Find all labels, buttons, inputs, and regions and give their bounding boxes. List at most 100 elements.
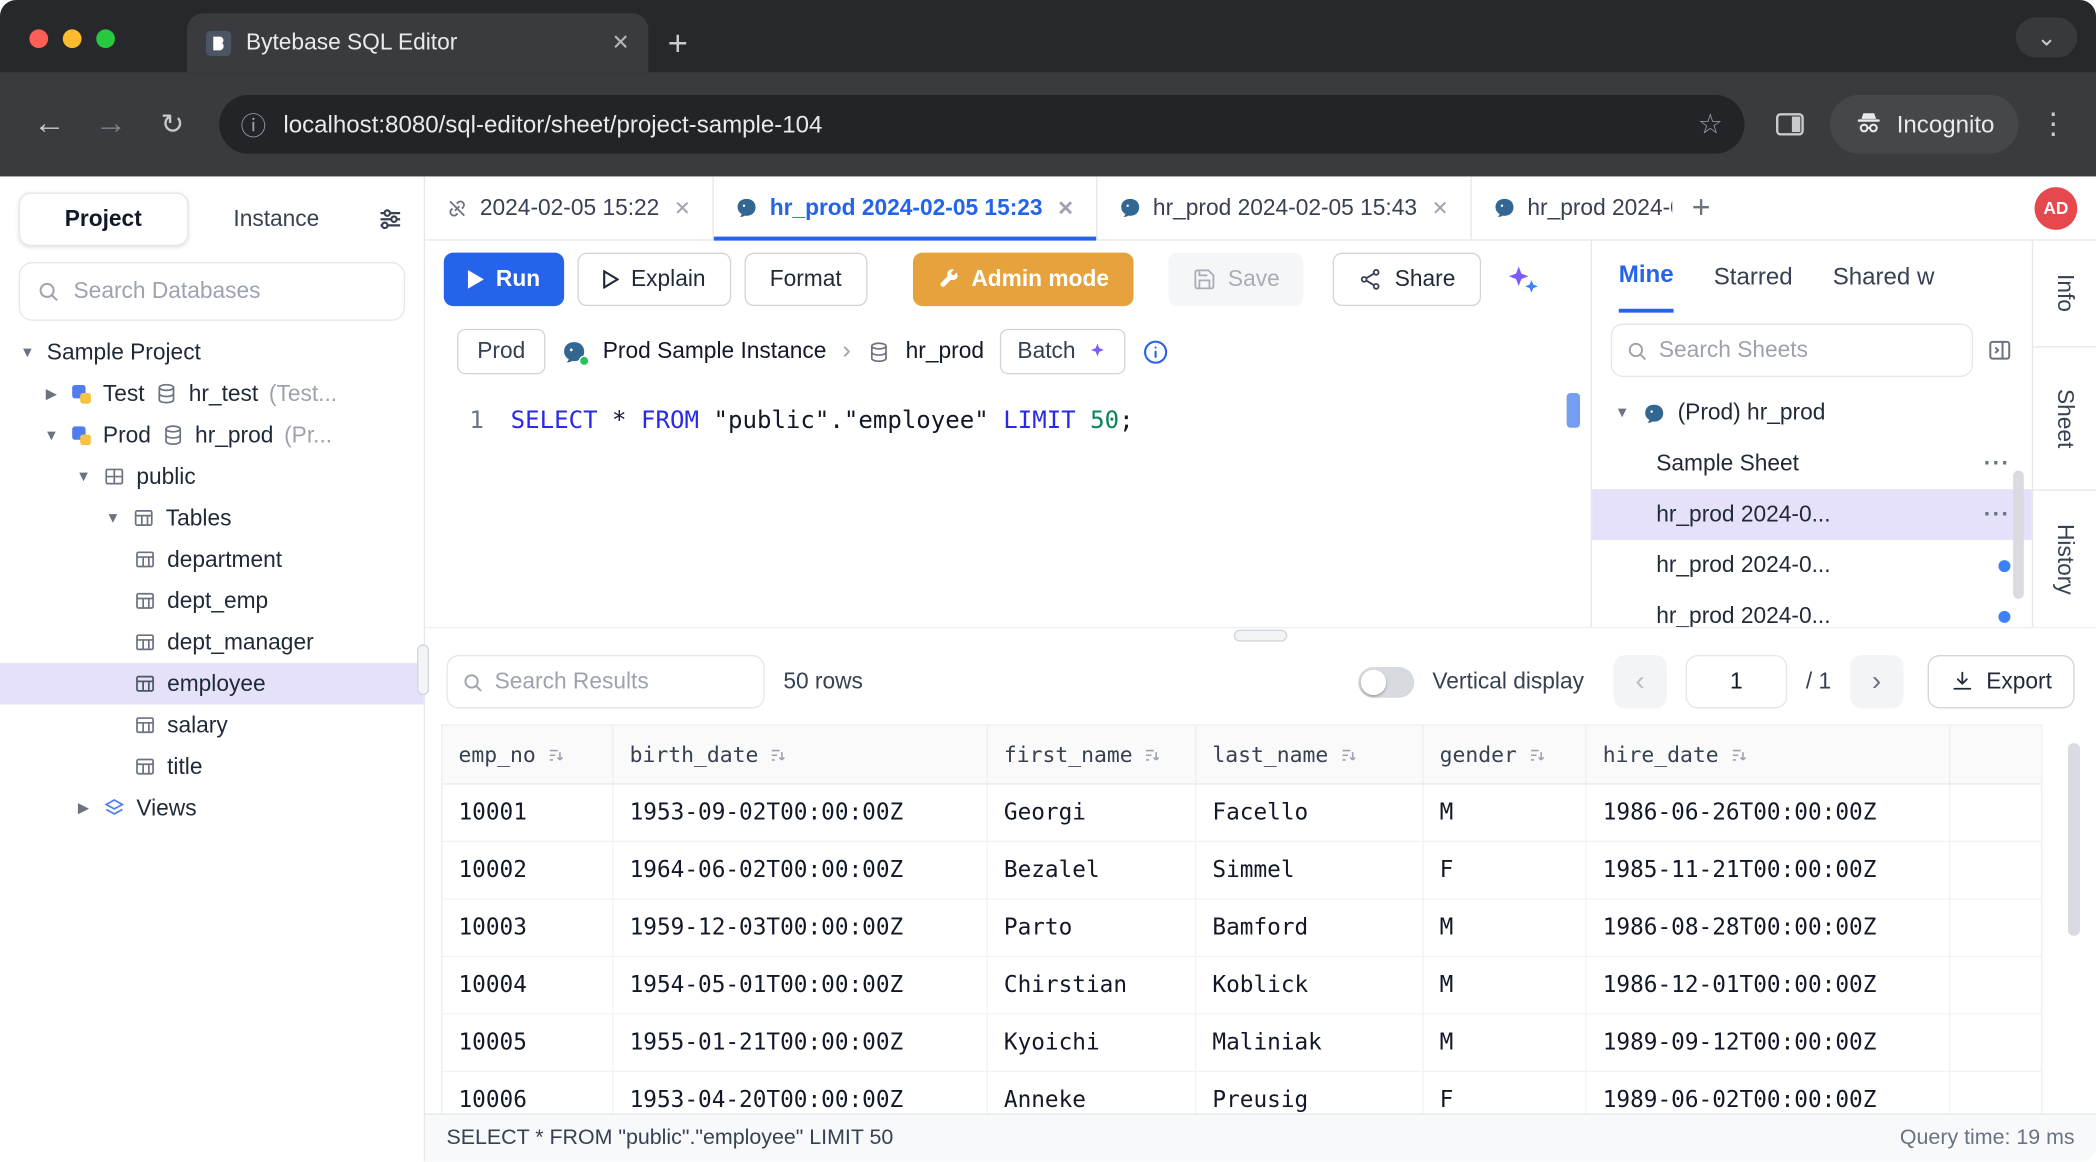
column-header-first-name[interactable]: first_name xyxy=(988,726,1197,783)
chevron-down-icon[interactable]: ▼ xyxy=(104,510,121,526)
user-avatar[interactable]: AD xyxy=(2035,186,2078,229)
sheet-item-sample-sheet[interactable]: Sample Sheet ··· xyxy=(1592,438,2032,489)
bookmark-star-icon[interactable]: ☆ xyxy=(1698,108,1723,141)
tree-item-table-salary[interactable]: salary xyxy=(0,704,424,745)
search-results-input[interactable] xyxy=(495,668,790,695)
ai-assistant-button[interactable] xyxy=(1505,261,1541,297)
tab-project[interactable]: Project xyxy=(19,192,188,245)
minimize-window-button[interactable] xyxy=(63,29,82,48)
format-button[interactable]: Format xyxy=(744,253,867,306)
close-worksheet-icon[interactable]: ✕ xyxy=(1057,196,1074,220)
cell: Maliniak xyxy=(1196,1015,1423,1071)
close-worksheet-icon[interactable]: ✕ xyxy=(674,196,691,220)
more-options-icon[interactable]: ··· xyxy=(1984,501,2011,528)
tree-item-test-hr-test[interactable]: ▶ Test hr_test (Test... xyxy=(0,373,424,414)
filter-sliders-icon[interactable] xyxy=(376,205,405,234)
run-button[interactable]: Run xyxy=(444,253,564,306)
sql-editor[interactable]: 1 SELECT * FROM "public"."employee" LIMI… xyxy=(425,385,1591,627)
close-worksheet-icon[interactable]: ✕ xyxy=(1432,196,1449,220)
database-search-box[interactable] xyxy=(19,262,405,321)
tab-info[interactable]: Info xyxy=(2033,241,2096,348)
prev-page-button[interactable]: ‹ xyxy=(1613,655,1666,708)
add-worksheet-button[interactable]: + xyxy=(1672,176,1731,239)
sheet-search-box[interactable] xyxy=(1611,323,1973,376)
worksheet-tab-1[interactable]: 2024-02-05 15:22 ✕ xyxy=(425,176,713,239)
tree-item-sample-project[interactable]: ▼ Sample Project xyxy=(0,332,424,373)
search-databases-input[interactable] xyxy=(74,278,388,305)
column-header-gender[interactable]: gender xyxy=(1424,726,1587,783)
sort-icon[interactable] xyxy=(546,745,565,764)
next-page-button[interactable]: › xyxy=(1850,655,1903,708)
site-info-icon[interactable]: ⓘ xyxy=(241,106,266,142)
sort-icon[interactable] xyxy=(1528,745,1547,764)
column-header-emp-no[interactable]: emp_no xyxy=(442,726,613,783)
worksheet-tab-2-active[interactable]: hr_prod 2024-02-05 15:23 ✕ xyxy=(714,176,1097,239)
back-button[interactable]: ← xyxy=(19,94,80,155)
sort-icon[interactable] xyxy=(769,745,788,764)
editor-scrollbar-thumb[interactable] xyxy=(1567,393,1580,428)
tab-history[interactable]: History xyxy=(2033,491,2096,627)
splitter-drag-handle[interactable] xyxy=(1234,630,1287,642)
tree-item-views-group[interactable]: ▶ Views xyxy=(0,787,424,828)
horizontal-splitter[interactable] xyxy=(425,628,2096,644)
close-tab-icon[interactable]: ✕ xyxy=(612,29,630,56)
sheet-item-unsaved-1[interactable]: hr_prod 2024-0... xyxy=(1592,540,2032,591)
batch-button[interactable]: Batch xyxy=(1000,329,1125,374)
tree-item-prod-hr-prod[interactable]: ▼ Prod hr_prod (Pr... xyxy=(0,414,424,455)
results-search-box[interactable] xyxy=(446,655,764,708)
tab-mine[interactable]: Mine xyxy=(1619,241,1674,313)
sort-icon[interactable] xyxy=(1729,745,1748,764)
side-panel-icon[interactable] xyxy=(1760,95,1819,154)
search-sheets-input[interactable] xyxy=(1659,337,1958,364)
sheet-item-unsaved-2[interactable]: hr_prod 2024-0... xyxy=(1592,591,2032,627)
tab-instance[interactable]: Instance xyxy=(193,192,359,245)
worksheet-tab-4-truncated[interactable]: hr_prod 2024-0 xyxy=(1471,176,1672,239)
chevron-down-icon[interactable]: ▼ xyxy=(43,427,60,443)
chevron-down-icon[interactable]: ▼ xyxy=(19,344,36,360)
admin-mode-button[interactable]: Admin mode xyxy=(913,253,1133,306)
sidebar-resize-handle[interactable] xyxy=(417,644,429,695)
info-circle-icon[interactable] xyxy=(1141,338,1169,366)
collapse-panel-icon[interactable] xyxy=(1986,337,2013,364)
tab-shared-with-me[interactable]: Shared w xyxy=(1833,241,1935,313)
tree-item-table-dept-manager[interactable]: dept_manager xyxy=(0,622,424,663)
chevron-right-icon[interactable]: ▶ xyxy=(75,799,92,816)
tab-search-button[interactable]: ⌄ xyxy=(2016,17,2077,57)
chevron-down-icon[interactable]: ▼ xyxy=(1613,405,1630,421)
sort-icon[interactable] xyxy=(1143,745,1162,764)
tree-item-table-title[interactable]: title xyxy=(0,746,424,787)
worksheet-tab-3[interactable]: hr_prod 2024-02-05 15:43 ✕ xyxy=(1097,176,1471,239)
new-tab-button[interactable]: + xyxy=(648,13,707,72)
reload-button[interactable]: ↻ xyxy=(142,94,203,155)
tree-item-schema-public[interactable]: ▼ public xyxy=(0,456,424,497)
chevron-right-icon[interactable]: ▶ xyxy=(43,385,60,402)
column-header-hire-date[interactable]: hire_date xyxy=(1587,726,1951,783)
sort-icon[interactable] xyxy=(1339,745,1358,764)
sheet-group-prod-hr-prod[interactable]: ▼ (Prod) hr_prod xyxy=(1592,388,2032,439)
close-window-button[interactable] xyxy=(29,29,48,48)
export-button[interactable]: Export xyxy=(1927,655,2074,708)
chevron-down-icon[interactable]: ▼ xyxy=(75,469,92,485)
tree-item-table-employee-selected[interactable]: employee xyxy=(0,663,424,704)
column-header-birth-date[interactable]: birth_date xyxy=(614,726,988,783)
fullscreen-window-button[interactable] xyxy=(96,29,115,48)
sheet-scrollbar-thumb[interactable] xyxy=(2013,471,2024,599)
more-options-icon[interactable]: ··· xyxy=(1984,450,2011,477)
save-button[interactable]: Save xyxy=(1168,253,1304,306)
tab-sheet[interactable]: Sheet xyxy=(2033,347,2096,491)
tree-item-table-department[interactable]: department xyxy=(0,539,424,580)
forward-button[interactable]: → xyxy=(80,94,141,155)
page-number-input[interactable] xyxy=(1686,655,1788,708)
explain-button[interactable]: Explain xyxy=(578,253,731,306)
tab-starred[interactable]: Starred xyxy=(1714,241,1793,313)
column-header-last-name[interactable]: last_name xyxy=(1196,726,1423,783)
vertical-display-toggle[interactable] xyxy=(1358,666,1414,697)
browser-tab[interactable]: Bytebase SQL Editor ✕ xyxy=(187,13,648,72)
tree-item-table-dept-emp[interactable]: dept_emp xyxy=(0,580,424,621)
address-bar[interactable]: ⓘ localhost:8080/sql-editor/sheet/projec… xyxy=(219,95,1744,154)
browser-menu-icon[interactable]: ⋮ xyxy=(2029,107,2077,142)
sheet-item-current[interactable]: hr_prod 2024-0... ··· xyxy=(1592,489,2032,540)
table-scrollbar-thumb[interactable] xyxy=(2068,743,2080,935)
share-button[interactable]: Share xyxy=(1333,253,1481,306)
tree-item-tables-group[interactable]: ▼ Tables xyxy=(0,497,424,538)
